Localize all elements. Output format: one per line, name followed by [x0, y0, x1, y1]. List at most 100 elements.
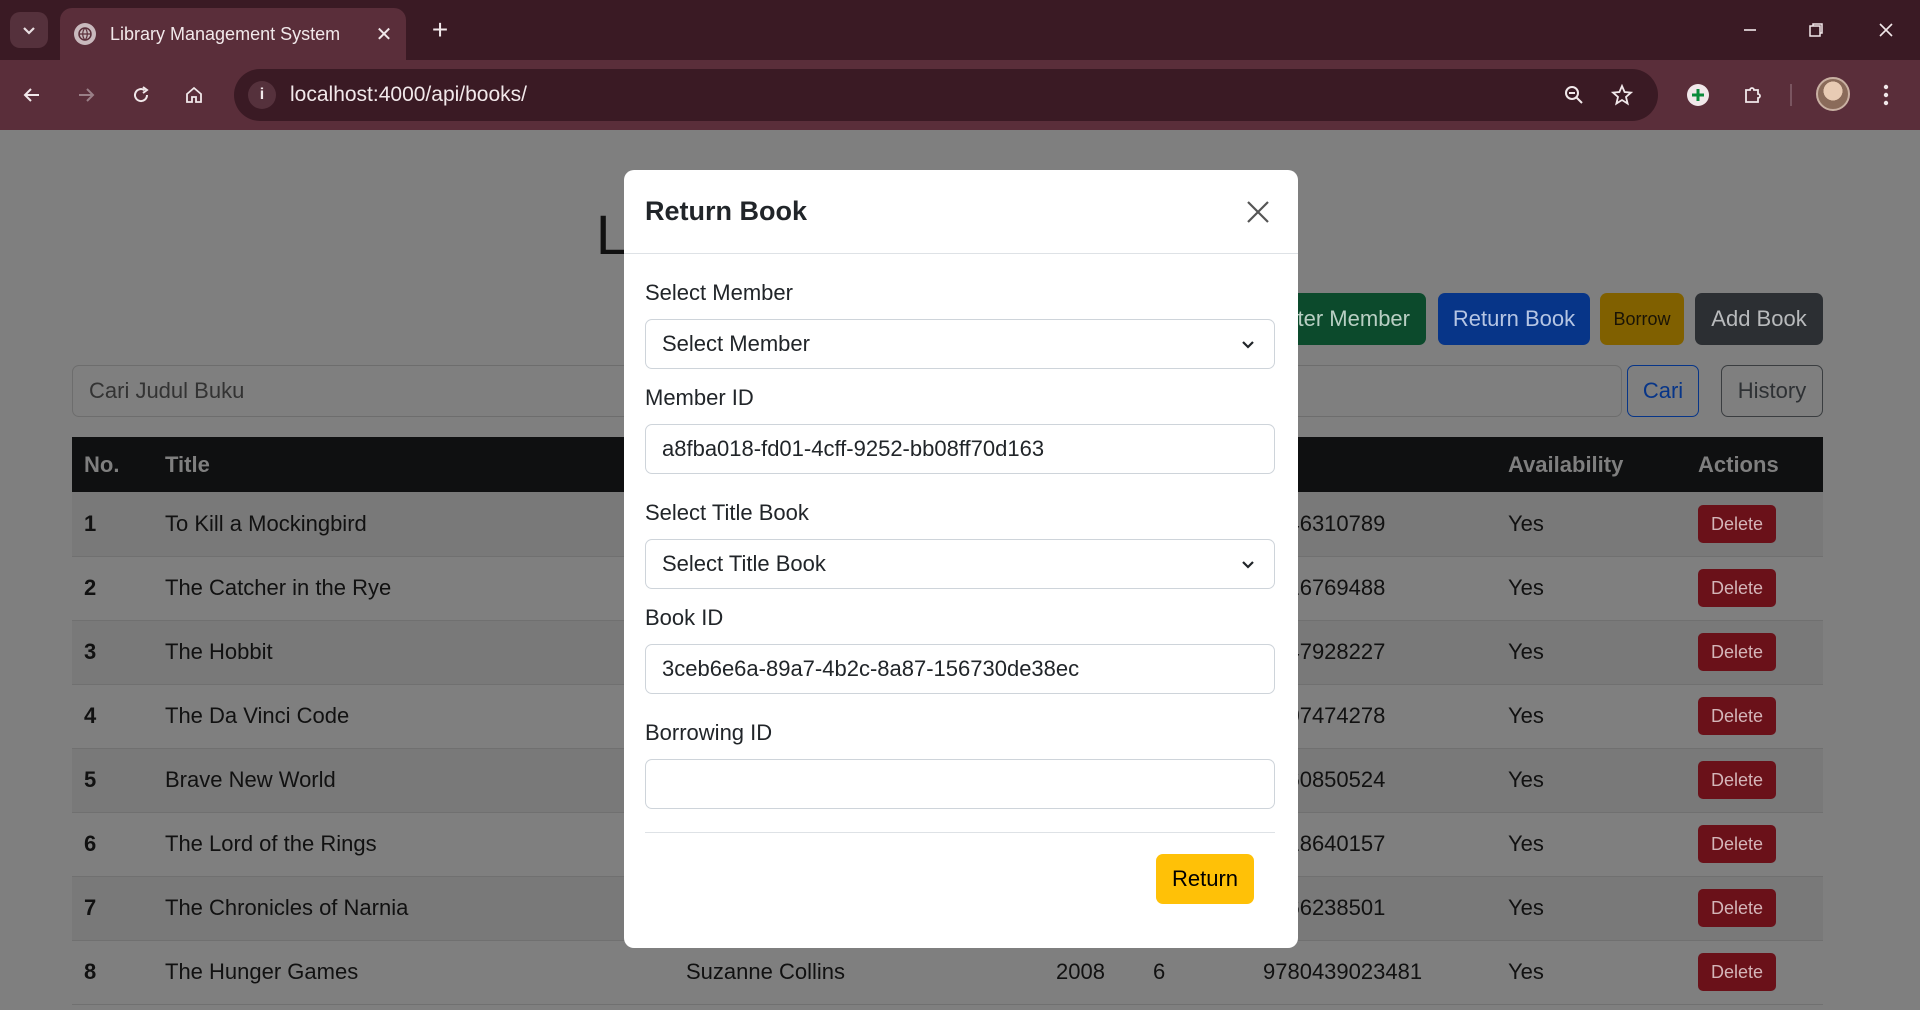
row-number: 1: [72, 492, 153, 557]
delete-button[interactable]: Delete: [1698, 953, 1776, 991]
modal-title: Return Book: [645, 196, 807, 226]
select-title-label: Select Title Book: [645, 500, 809, 525]
arrow-left-icon: [23, 88, 39, 102]
restore-window-button[interactable]: [1786, 10, 1846, 50]
tab-search-button[interactable]: [10, 12, 48, 48]
row-number: 2: [72, 556, 153, 621]
book-title: To Kill a Mockingbird: [153, 492, 674, 557]
modal-close-button[interactable]: [1238, 192, 1278, 232]
extensions-puzzle-icon[interactable]: [1735, 77, 1771, 113]
select-title-value: Select Title Book: [662, 551, 826, 576]
browser-toolbar: i localhost:4000/api/books/: [0, 60, 1920, 130]
return-book-modal: Return Book Select Member Select Member …: [624, 170, 1298, 948]
column-header: Title: [153, 437, 674, 492]
delete-button[interactable]: Delete: [1698, 697, 1776, 735]
profile-avatar[interactable]: [1816, 77, 1850, 111]
add-book-button[interactable]: Add Book: [1695, 293, 1823, 345]
close-icon: [1247, 201, 1269, 223]
borrowing-id-label: Borrowing ID: [645, 720, 773, 745]
history-button[interactable]: History: [1721, 365, 1823, 417]
new-tab-button[interactable]: +: [424, 14, 456, 46]
extension-add-icon[interactable]: [1680, 77, 1716, 113]
borrowing-id-input[interactable]: [645, 759, 1275, 809]
row-number: 6: [72, 812, 153, 877]
delete-button[interactable]: Delete: [1698, 761, 1776, 799]
row-number: 4: [72, 684, 153, 749]
site-info-icon[interactable]: i: [248, 81, 276, 109]
row-number: 7: [72, 876, 153, 941]
select-title-dropdown[interactable]: Select Title Book: [645, 539, 1275, 589]
book-title: Brave New World: [153, 748, 674, 813]
close-tab-icon[interactable]: ✕: [370, 20, 398, 48]
minimize-icon: [1744, 29, 1756, 31]
table-row: 8 The Hunger Games Suzanne Collins 2008 …: [72, 940, 1823, 1005]
zoom-icon[interactable]: [1560, 81, 1588, 109]
book-id-input[interactable]: 3ceb6e6a-89a7-4b2c-8a87-156730de38ec: [645, 644, 1275, 694]
book-year: 2008: [1044, 940, 1141, 1005]
delete-button[interactable]: Delete: [1698, 633, 1776, 671]
book-availability: Yes: [1496, 940, 1686, 1005]
row-number: 3: [72, 620, 153, 685]
book-title: The Hunger Games: [153, 940, 674, 1005]
address-bar[interactable]: i localhost:4000/api/books/: [234, 69, 1658, 121]
minimize-window-button[interactable]: [1720, 10, 1780, 50]
delete-button[interactable]: Delete: [1698, 504, 1776, 543]
back-button[interactable]: [14, 77, 50, 113]
member-id-label: Member ID: [645, 385, 754, 410]
select-member-value: Select Member: [662, 331, 810, 356]
home-button[interactable]: [176, 77, 212, 113]
home-icon: [186, 86, 202, 103]
reload-button[interactable]: [123, 77, 159, 113]
url-text: localhost:4000/api/books/: [290, 83, 527, 106]
book-availability: Yes: [1496, 876, 1686, 941]
globe-icon: [74, 23, 96, 45]
member-id-input[interactable]: a8fba018-fd01-4cff-9252-bb08ff70d163: [645, 424, 1275, 474]
return-book-button[interactable]: Return Book: [1438, 293, 1590, 345]
row-number: 8: [72, 940, 153, 1005]
book-title: The Chronicles of Narnia: [153, 876, 674, 941]
forward-button[interactable]: [68, 77, 104, 113]
book-availability: Yes: [1496, 812, 1686, 877]
book-quantity: 6: [1141, 940, 1251, 1005]
book-availability: Yes: [1496, 492, 1686, 557]
book-id-label: Book ID: [645, 605, 724, 630]
browser-tab[interactable]: Library Management System ✕: [60, 8, 406, 60]
tab-title: Library Management System: [110, 23, 341, 44]
toolbar-separator: [1790, 84, 1792, 106]
bookmark-star-icon[interactable]: [1608, 81, 1636, 109]
book-availability: Yes: [1496, 684, 1686, 749]
book-title: The Da Vinci Code: [153, 684, 674, 749]
book-availability: Yes: [1496, 556, 1686, 621]
more-menu-icon[interactable]: [1868, 77, 1904, 113]
select-member-label: Select Member: [645, 280, 793, 305]
modal-footer-divider: [645, 832, 1275, 833]
close-window-button[interactable]: [1856, 10, 1916, 50]
arrow-right-icon: [79, 88, 95, 102]
borrow-button[interactable]: Borrow: [1600, 293, 1684, 345]
actions-cell: Delete: [1686, 748, 1823, 813]
reload-icon: [134, 86, 149, 103]
select-member-dropdown[interactable]: Select Member: [645, 319, 1275, 369]
actions-cell: Delete: [1686, 492, 1823, 557]
delete-button[interactable]: Delete: [1698, 889, 1776, 927]
actions-cell: Delete: [1686, 620, 1823, 685]
book-title: The Hobbit: [153, 620, 674, 685]
row-number: 5: [72, 748, 153, 813]
chevron-down-icon: [23, 27, 35, 35]
return-submit-button[interactable]: Return: [1156, 854, 1254, 904]
modal-header: Return Book: [624, 170, 1298, 254]
actions-cell: Delete: [1686, 876, 1823, 941]
delete-button[interactable]: Delete: [1698, 569, 1776, 607]
book-availability: Yes: [1496, 748, 1686, 813]
actions-cell: Delete: [1686, 812, 1823, 877]
book-title: The Lord of the Rings: [153, 812, 674, 877]
book-isbn: 9780439023481: [1251, 940, 1496, 1005]
page-heading: L: [596, 203, 628, 266]
column-header: Availability: [1496, 437, 1686, 492]
column-header: No.: [72, 437, 153, 492]
column-header: Actions: [1686, 437, 1823, 492]
search-button[interactable]: Cari: [1627, 365, 1699, 417]
browser-tab-bar: Library Management System ✕ +: [0, 0, 1920, 60]
book-title: The Catcher in the Rye: [153, 556, 674, 621]
delete-button[interactable]: Delete: [1698, 825, 1776, 863]
